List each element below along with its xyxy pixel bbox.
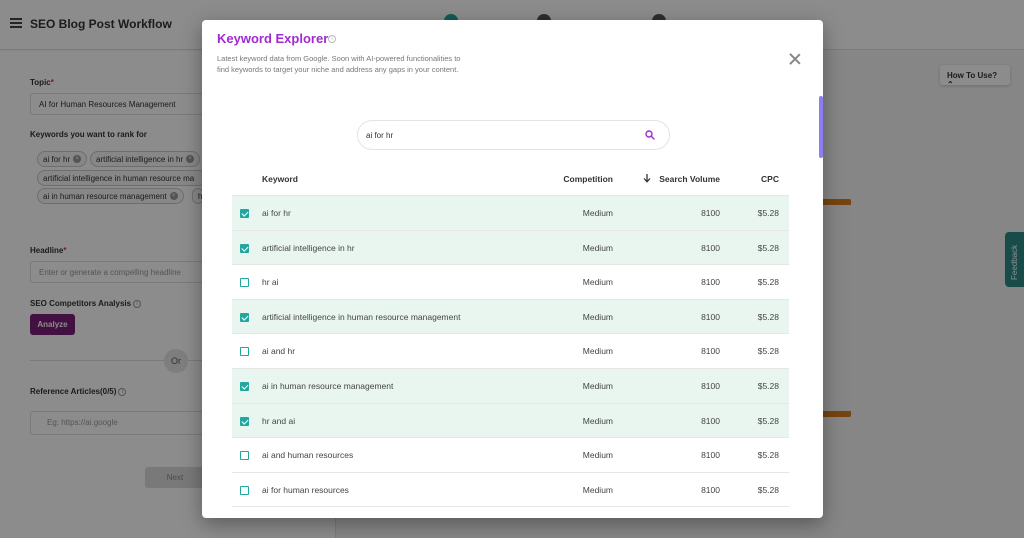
column-cpc[interactable]: CPC — [744, 174, 779, 184]
modal-scrollbar[interactable] — [819, 96, 823, 158]
search-volume-cell: 8100 — [701, 380, 720, 391]
checkbox-icon[interactable] — [240, 485, 249, 495]
checkbox-icon[interactable] — [240, 278, 249, 288]
search-volume-cell: 8100 — [701, 484, 720, 495]
checkbox-icon[interactable] — [240, 347, 249, 357]
cpc-cell: $5.28 — [757, 484, 779, 495]
keyword-cell: ai for hr — [262, 208, 291, 218]
keyword-cell: artificial intelligence in hr — [262, 242, 355, 253]
table-row[interactable]: ai and hr Medium 8100 $5.28 — [232, 334, 789, 369]
competition-cell: Medium — [582, 277, 613, 288]
keyword-cell: ai for human resources — [262, 484, 349, 495]
search-volume-cell: 8100 — [701, 277, 720, 288]
cpc-cell: $5.28 — [757, 277, 779, 288]
checkbox-icon[interactable] — [240, 451, 249, 461]
column-search-volume[interactable]: Search Volume — [648, 174, 720, 184]
checkbox-icon[interactable] — [240, 243, 249, 253]
search-volume-cell: 8100 — [701, 208, 720, 218]
search-volume-cell: 8100 — [701, 450, 720, 461]
modal-description: Latest keyword data from Google. Soon wi… — [217, 54, 461, 74]
search-volume-cell: 8100 — [701, 311, 720, 322]
column-keyword[interactable]: Keyword — [262, 174, 298, 184]
table-row[interactable]: ai for hr Medium 8100 $5.28 — [232, 196, 789, 231]
cpc-cell: $5.28 — [757, 450, 779, 461]
checkbox-icon[interactable] — [240, 312, 249, 322]
competition-cell: Medium — [582, 415, 613, 426]
modal-title: Keyword Explorer — [217, 31, 329, 46]
keyword-explorer-modal: Keyword Explorer i Latest keyword data f… — [202, 20, 823, 518]
search-volume-cell: 8100 — [701, 242, 720, 253]
keyword-cell: ai and hr — [262, 346, 296, 357]
table-row[interactable]: artificial intelligence in human resourc… — [232, 299, 789, 335]
table-row[interactable]: ai in human resource management Medium 810… — [232, 368, 789, 404]
keyword-cell: ai in human resource management — [262, 380, 394, 391]
competition-cell: Medium — [582, 380, 613, 391]
column-competition[interactable]: Competition — [531, 174, 613, 184]
competition-cell: Medium — [582, 346, 613, 357]
keyword-cell: artificial intelligence in human resourc… — [262, 311, 461, 322]
keyword-search-input[interactable] — [366, 129, 636, 142]
checkbox-icon[interactable] — [240, 381, 249, 391]
competition-cell: Medium — [582, 450, 613, 461]
competition-cell: Medium — [582, 208, 613, 218]
info-icon[interactable]: i — [328, 35, 336, 43]
keyword-cell: ai and human resources — [262, 450, 354, 461]
cpc-cell: $5.28 — [757, 380, 779, 391]
checkbox-icon[interactable] — [240, 416, 249, 426]
keyword-search — [357, 120, 670, 150]
search-volume-cell: 8100 — [701, 346, 720, 357]
table-row[interactable]: ai and human resources Medium 8100 $5.28 — [232, 438, 789, 473]
table-row[interactable]: ai for human resources Medium 8100 $5.28 — [232, 473, 789, 508]
cpc-cell: $5.28 — [757, 415, 779, 426]
cpc-cell: $5.28 — [757, 242, 779, 253]
search-icon[interactable] — [645, 130, 655, 140]
cpc-cell: $5.28 — [757, 208, 779, 218]
table-row[interactable]: hr and ai Medium 8100 $5.28 — [232, 403, 789, 439]
table-row[interactable]: artificial intelligence in hr Medium 8100 $… — [232, 230, 789, 266]
competition-cell: Medium — [582, 311, 613, 322]
competition-cell: Medium — [582, 484, 613, 495]
keyword-cell: hr ai — [262, 277, 279, 288]
cpc-cell: $5.28 — [757, 311, 779, 322]
checkbox-icon[interactable] — [240, 209, 249, 218]
competition-cell: Medium — [582, 242, 613, 253]
table-header: Keyword Competition Search Volume CPC — [232, 161, 789, 196]
keyword-table: Keyword Competition Search Volume CPC ai… — [232, 161, 789, 508]
search-volume-cell: 8100 — [701, 415, 720, 426]
table-row[interactable]: hr ai Medium 8100 $5.28 — [232, 265, 789, 300]
close-icon[interactable] — [787, 51, 803, 67]
cpc-cell: $5.28 — [757, 346, 779, 357]
keyword-cell: hr and ai — [262, 415, 296, 426]
